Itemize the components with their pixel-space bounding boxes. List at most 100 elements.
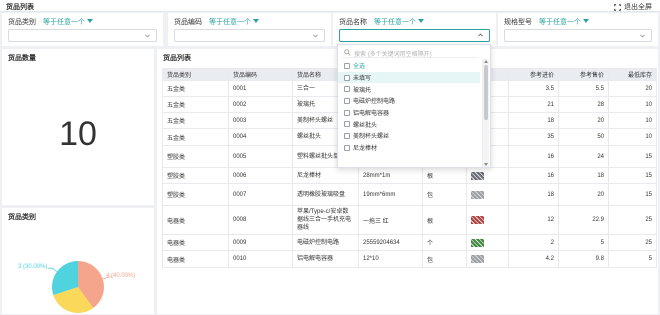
count-panel-title: 货品数量 <box>8 55 36 62</box>
product-thumbnail[interactable] <box>471 190 484 199</box>
table-row[interactable]: 电器类 0009 电磁炉控制电路 25559204634 个 2 5 25 <box>162 234 657 251</box>
checkbox-icon[interactable] <box>344 97 350 104</box>
table-cell: 22.9 <box>558 205 609 235</box>
dropdown-option[interactable]: 未填写 <box>338 71 480 84</box>
table-cell: 五金类 <box>162 96 229 113</box>
exit-fullscreen-button[interactable]: 退出全屏 <box>614 2 652 12</box>
table-cell: 个 <box>422 234 467 251</box>
filter-category: 货品类别 等于任意一个 <box>2 13 163 46</box>
table-cell: 铝电解电容器 <box>292 250 359 268</box>
checkbox-icon[interactable] <box>344 109 350 116</box>
table-cell: 五金类 <box>162 112 229 129</box>
column-header[interactable]: 货品编码 <box>228 68 293 81</box>
table-cell: 35 <box>508 128 559 146</box>
table-row[interactable]: 电器类 0008 苹果/Type-c/安卓数据线三合一手机充电器线 一拖三 红根 12 2… <box>162 205 657 235</box>
table-cell: 2 <box>508 234 559 251</box>
checkbox-icon[interactable] <box>344 86 350 93</box>
product-thumbnail[interactable] <box>471 238 484 247</box>
filter-code-label: 货品编码 <box>174 19 202 26</box>
table-cell: 16 <box>508 145 559 168</box>
checkbox-icon[interactable] <box>344 144 350 151</box>
filter-category-select[interactable] <box>8 29 157 42</box>
dropdown-option[interactable]: 尼龙棒材 <box>338 142 480 154</box>
table-cell: 15 <box>608 167 657 184</box>
dropdown-search-placeholder: 搜索 (多个关键词用空格隔开) <box>354 52 432 58</box>
dropdown-option-label: 电磁炉控制电路 <box>353 99 396 106</box>
scroll-down-arrow-icon[interactable] <box>484 163 488 166</box>
table-cell: 根 <box>422 167 467 184</box>
table-row[interactable]: 电器类 0010 铝电解电容器 12*10 包 4.2 9.8 5 <box>162 250 657 268</box>
table-cell: 20 <box>558 112 609 129</box>
category-pie-chart <box>48 261 113 313</box>
dropdown-option[interactable]: 螺丝批头 <box>338 118 480 130</box>
table-cell: 尼龙棒材 <box>292 167 359 184</box>
table-cell: 12*10 <box>358 250 423 268</box>
table-cell: 塑胶类 <box>162 183 229 206</box>
count-panel: 货品数量 10 <box>2 49 154 205</box>
filter-code-select[interactable] <box>174 29 325 42</box>
table-cell: 50 <box>558 128 609 146</box>
checkbox-icon[interactable] <box>344 121 350 128</box>
dropdown-option-label: 美制杯头螺丝 <box>353 134 390 141</box>
table-cell: 0007 <box>228 183 293 206</box>
filter-spec-operator[interactable]: 等于任意一个 <box>539 19 589 26</box>
scroll-up-arrow-icon[interactable] <box>484 60 488 63</box>
dropdown-option[interactable]: 电磁炉控制电路 <box>338 95 480 107</box>
chevron-up-icon <box>478 33 483 37</box>
table-row[interactable]: 塑胶类 0007 透明橡胶玻璃吸盘 19mm*6mm 包 18 20 15 <box>162 183 657 206</box>
filter-category-operator[interactable]: 等于任意一个 <box>43 19 93 26</box>
dropdown-option-label: 尼龙棒材 <box>353 146 378 153</box>
table-cell: 0006 <box>228 167 293 184</box>
table-cell: 一拖三 红 <box>358 205 423 235</box>
search-icon <box>344 49 351 56</box>
column-header[interactable]: 最低库存 <box>608 68 657 81</box>
table-cell: 0002 <box>228 96 293 113</box>
caret-down-icon <box>252 19 259 23</box>
checkbox-icon[interactable] <box>344 62 350 69</box>
column-header[interactable]: 参考进价 <box>508 68 559 81</box>
dropdown-option[interactable]: 美制杯头螺丝 <box>338 130 480 142</box>
product-thumbnail[interactable] <box>471 255 484 263</box>
table-cell: 25 <box>608 205 657 235</box>
column-header[interactable]: 货品类别 <box>162 68 229 81</box>
caret-down-icon <box>582 19 589 23</box>
column-header[interactable]: 参考售价 <box>558 68 609 81</box>
dropdown-option[interactable]: 玻璃托 <box>338 83 480 95</box>
dropdown-option-label: 螺丝批头 <box>353 122 378 129</box>
dropdown-option[interactable]: 铝电解电容器 <box>338 107 480 119</box>
scrollbar-thumb[interactable] <box>484 65 488 120</box>
table-cell: 0005 <box>228 145 293 168</box>
name-filter-dropdown: 搜索 (多个关键词用空格隔开) 全选 未填写 玻璃托电磁炉控制电路 铝电解电容器螺丝批… <box>337 44 491 168</box>
table-cell <box>466 183 509 206</box>
table-cell: 18 <box>508 112 559 129</box>
filter-name-label: 货品名称 <box>339 19 367 26</box>
checkbox-icon[interactable] <box>344 132 350 139</box>
dropdown-scrollbar[interactable] <box>482 59 489 167</box>
fullscreen-icon <box>614 3 621 11</box>
pie-label-left: 3 (30.00%) <box>18 264 48 270</box>
filter-code-operator[interactable]: 等于任意一个 <box>209 19 259 26</box>
checkbox-icon[interactable] <box>344 74 350 81</box>
table-cell: 根 <box>422 205 467 235</box>
product-thumbnail[interactable] <box>471 216 484 224</box>
table-cell: 24 <box>558 145 609 168</box>
table-cell: 0009 <box>228 234 293 251</box>
filter-spec-select[interactable] <box>504 29 652 42</box>
pie-label-right: 4 (40.00%) <box>106 273 136 279</box>
table-cell: 0004 <box>228 128 293 146</box>
table-cell: 塑胶类 <box>162 167 229 184</box>
table-cell: 透明橡胶玻璃吸盘 <box>292 183 359 206</box>
table-row[interactable]: 塑胶类 0006 尼龙棒材 28mm*1m 根 16 18 15 <box>162 167 657 184</box>
chevron-down-icon <box>145 34 150 38</box>
filter-name-select[interactable] <box>339 29 490 42</box>
dropdown-option[interactable]: 全选 <box>338 60 480 72</box>
filter-name-operator[interactable]: 等于任意一个 <box>374 19 424 26</box>
table-cell: 0001 <box>228 80 293 97</box>
table-cell: 16 <box>508 167 559 184</box>
table-cell: 5 <box>558 234 609 251</box>
dropdown-search-input[interactable]: 搜索 (多个关键词用空格隔开) <box>342 47 478 58</box>
table-cell: 包 <box>422 183 467 206</box>
table-cell: 电磁炉控制电路 <box>292 234 359 251</box>
product-thumbnail[interactable] <box>471 171 484 180</box>
exit-fullscreen-label: 退出全屏 <box>624 4 652 11</box>
